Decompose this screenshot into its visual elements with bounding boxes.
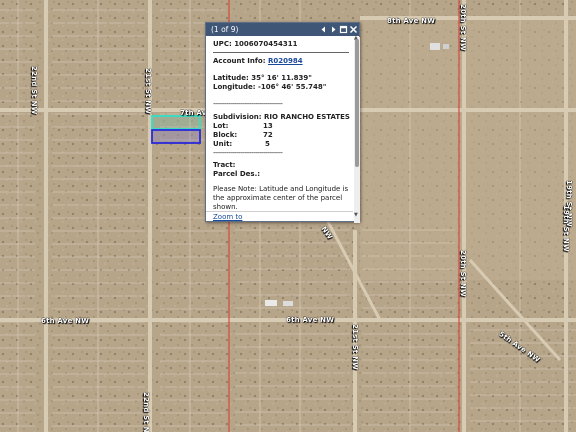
- next-icon[interactable]: [329, 25, 338, 34]
- lot-value: 13: [263, 122, 273, 130]
- parcel-description-field: Parcel Des.:: [213, 170, 261, 178]
- block-field: Block: 72: [213, 131, 349, 140]
- lot-field: Lot: 13: [213, 122, 349, 131]
- street-label-22nd-st-nw-north: 22nd St NW: [30, 66, 38, 115]
- building: [265, 300, 277, 306]
- subdivision-field: Subdivision: RIO RANCHO ESTATES: [213, 113, 350, 121]
- block-label: Block:: [213, 131, 238, 139]
- street-label-22nd-st-nw-south: 22nd St NW: [142, 392, 150, 432]
- unit-value: 5: [265, 140, 270, 148]
- maximize-icon[interactable]: [339, 25, 348, 34]
- popup-content: UPC: 1006070454311 Account Info: R020984…: [206, 37, 353, 211]
- latitude-field: Latitude: 35° 16' 11.839": [213, 74, 312, 82]
- account-info-row: Account Info: R020984: [213, 57, 349, 66]
- street-label-20th-st-nw-south: 20th St NW: [459, 250, 467, 297]
- popup-titlebar: (1 of 9): [206, 23, 359, 36]
- scrollbar-thumb[interactable]: [355, 39, 359, 167]
- street-label-20th-st-nw-north: 20th St NW: [459, 4, 467, 51]
- prev-icon[interactable]: [319, 25, 328, 34]
- longitude-field: Longitude: -106° 46' 55.748": [213, 83, 327, 91]
- street-label-6th-ave-nw-east: 6th Ave NW: [286, 316, 335, 324]
- selected-parcel-cyan: [151, 115, 201, 130]
- building: [443, 44, 449, 49]
- unit-label: Unit:: [213, 140, 233, 148]
- account-info-label: Account Info:: [213, 57, 266, 65]
- open-land-area: [360, 20, 576, 280]
- street-label-21st-st-nw-south: 21st St NW: [351, 324, 359, 371]
- upc-field: UPC: 1006070454311: [213, 40, 298, 48]
- street-label-19th-st-nw-south: 19th St NW: [562, 205, 570, 252]
- parcel-info-popup: (1 of 9) UPC: 1006070454311 Account Info…: [205, 22, 360, 223]
- divider: [213, 52, 349, 53]
- street-label-21st-st-nw-north: 21st St NW: [144, 68, 152, 115]
- street-label-6th-ave-nw-west: 6th Ave NW: [41, 317, 90, 325]
- building: [283, 301, 293, 306]
- unit-field: Unit: 5: [213, 140, 349, 149]
- coordinate-note: Please Note: Latitude and Longitude is t…: [213, 185, 349, 211]
- account-link[interactable]: R020984: [268, 57, 303, 65]
- lot-label: Lot:: [213, 122, 229, 130]
- dashed-separator: ------------------------------------: [213, 149, 283, 157]
- building: [430, 43, 440, 50]
- dashed-separator: ------------------------------------: [213, 100, 283, 108]
- tract-field: Tract:: [213, 161, 236, 169]
- selected-parcel-blue: [151, 129, 201, 144]
- close-icon[interactable]: [349, 25, 358, 34]
- popup-scrollbar[interactable]: ▲ ▼: [354, 35, 360, 223]
- block-value: 72: [263, 131, 273, 139]
- street-label-8th-ave-nw: 8th Ave NW: [387, 17, 436, 25]
- zoom-to-link[interactable]: Zoom to: [213, 213, 242, 221]
- popup-title: (1 of 9): [211, 25, 239, 34]
- popup-actions: Zoom to: [206, 211, 353, 222]
- scroll-down-icon[interactable]: ▼: [354, 212, 358, 218]
